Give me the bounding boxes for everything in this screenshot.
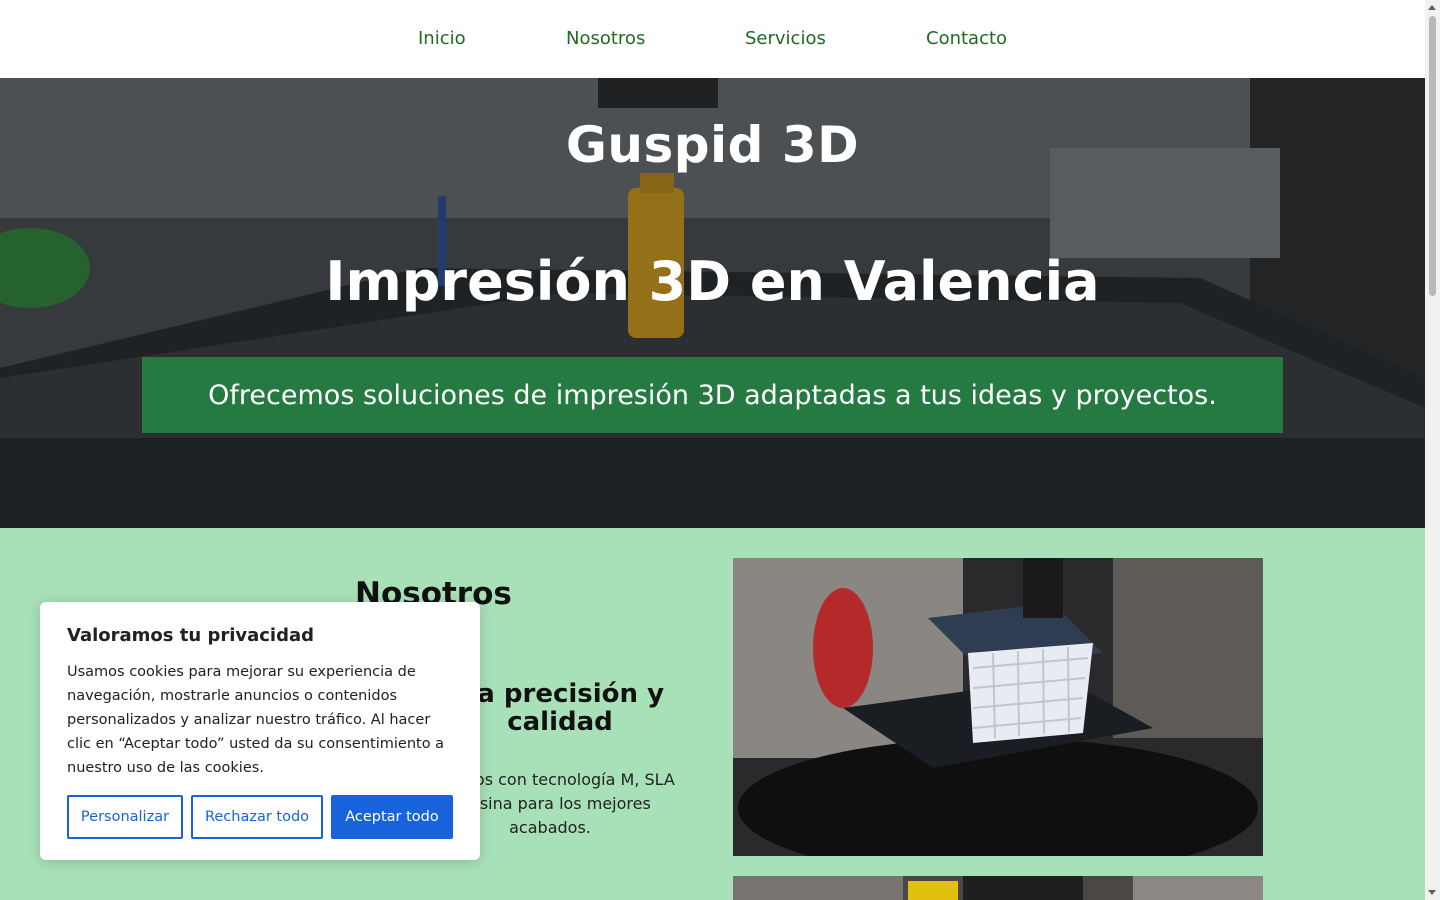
top-nav: Inicio Nosotros Servicios Contacto <box>0 0 1425 78</box>
hero-section: Guspid 3D Impresión 3D en Valencia Ofrec… <box>0 78 1425 528</box>
cookie-title: Valoramos tu privacidad <box>67 625 315 646</box>
reject-all-button[interactable]: Rechazar todo <box>191 795 323 839</box>
scrollbar-thumb[interactable] <box>1429 16 1436 296</box>
vertical-scrollbar[interactable] <box>1425 0 1440 900</box>
resin-printer-image <box>733 558 1263 856</box>
nav-link-nosotros[interactable]: Nosotros <box>566 28 645 49</box>
page: Inicio Nosotros Servicios Contacto Guspi… <box>0 0 1425 900</box>
printer-photo-2 <box>733 876 1263 900</box>
hero-subtitle: Impresión 3D en Valencia <box>325 250 1100 313</box>
accept-all-button[interactable]: Aceptar todo <box>331 795 453 839</box>
cookie-body: Usamos cookies para mejorar su experienc… <box>67 664 445 776</box>
scroll-down-arrow-icon[interactable] <box>1428 890 1436 895</box>
nav-link-contacto[interactable]: Contacto <box>926 28 1007 49</box>
hero-banner-text: Ofrecemos soluciones de impresión 3D ada… <box>208 379 1217 411</box>
printer-image-2 <box>733 876 1263 900</box>
cookie-buttons: Personalizar Rechazar todo Aceptar todo <box>67 795 453 839</box>
customize-button[interactable]: Personalizar <box>67 795 183 839</box>
hero-banner: Ofrecemos soluciones de impresión 3D ada… <box>142 357 1283 433</box>
nav-link-inicio[interactable]: Inicio <box>418 28 466 49</box>
scroll-up-arrow-icon[interactable] <box>1428 5 1436 10</box>
site-title: Guspid 3D <box>565 116 860 174</box>
resin-printer-photo <box>733 558 1263 856</box>
nav-link-servicios[interactable]: Servicios <box>745 28 826 49</box>
cookie-consent-banner: Valoramos tu privacidad Usamos cookies p… <box>40 602 480 860</box>
